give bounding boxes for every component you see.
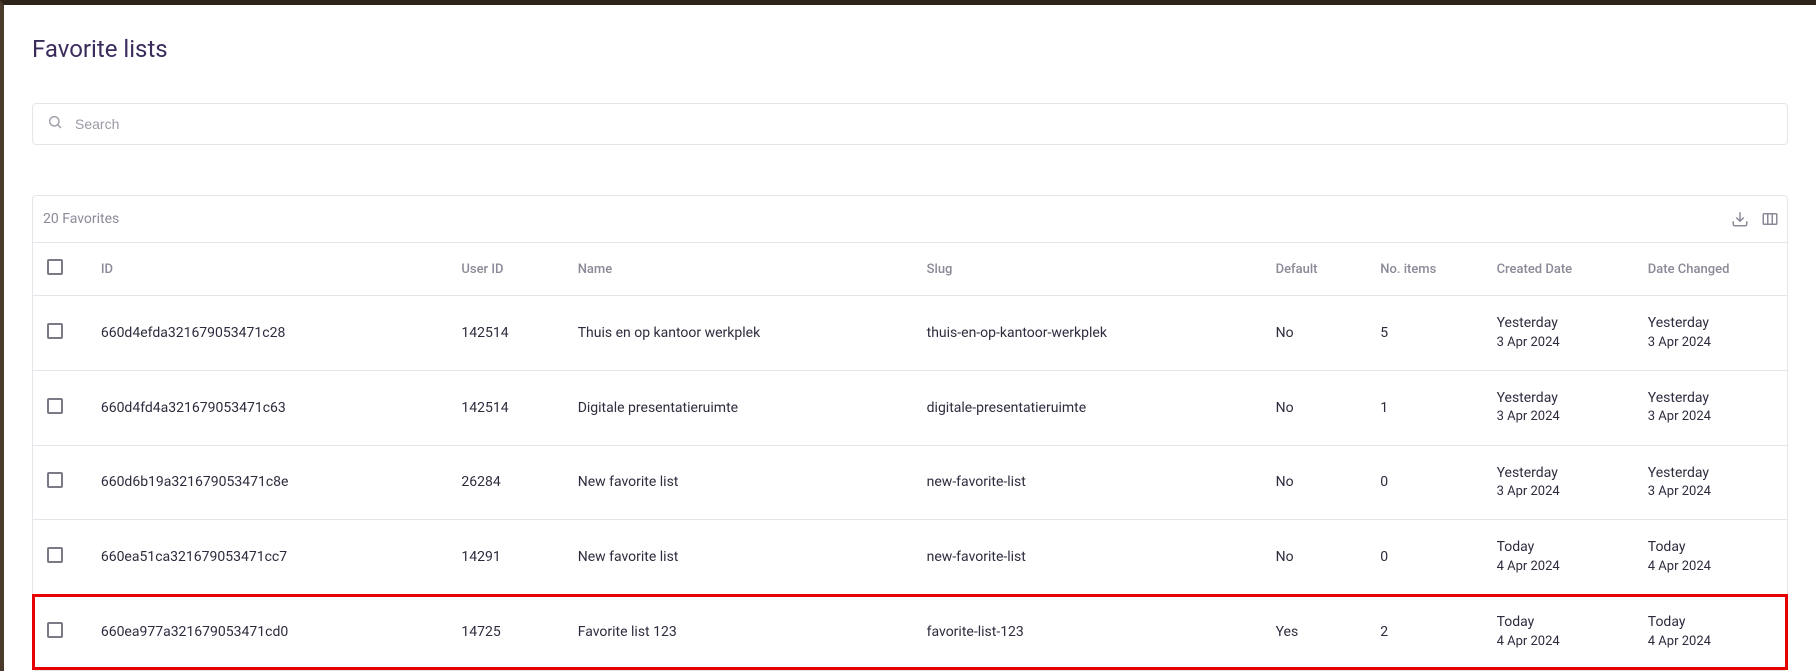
created-relative: Today bbox=[1497, 538, 1624, 558]
favorites-panel: 20 Favorites bbox=[32, 195, 1788, 671]
cell-default: No bbox=[1264, 445, 1369, 520]
table-header-row: ID User ID Name Slug Default No. items C… bbox=[33, 243, 1787, 296]
header-no-items[interactable]: No. items bbox=[1368, 243, 1484, 296]
page-title: Favorite lists bbox=[32, 35, 1788, 63]
cell-name: New favorite list bbox=[566, 520, 915, 595]
header-date-changed[interactable]: Date Changed bbox=[1636, 243, 1787, 296]
header-name[interactable]: Name bbox=[566, 243, 915, 296]
cell-slug: thuis-en-op-kantoor-werkplek bbox=[915, 296, 1264, 371]
search-input[interactable] bbox=[75, 116, 1773, 132]
cell-id: 660d4fd4a321679053471c63 bbox=[89, 370, 450, 445]
header-created-date[interactable]: Created Date bbox=[1485, 243, 1636, 296]
cell-id: 660d4efda321679053471c28 bbox=[89, 296, 450, 371]
cell-default: No bbox=[1264, 296, 1369, 371]
cell-created-date: Today 4 Apr 2024 bbox=[1485, 520, 1636, 595]
cell-created-date: Today 4 Apr 2024 bbox=[1485, 595, 1636, 670]
row-checkbox[interactable] bbox=[47, 398, 63, 414]
row-checkbox[interactable] bbox=[47, 622, 63, 638]
search-field[interactable] bbox=[32, 103, 1788, 145]
header-user-id[interactable]: User ID bbox=[449, 243, 565, 296]
created-relative: Yesterday bbox=[1497, 464, 1624, 484]
table-row[interactable]: 660ea977a321679053471cd0 14725 Favorite … bbox=[33, 595, 1787, 670]
header-id[interactable]: ID bbox=[89, 243, 450, 296]
cell-no-items: 2 bbox=[1368, 595, 1484, 670]
cell-name: Favorite list 123 bbox=[566, 595, 915, 670]
download-icon[interactable] bbox=[1731, 210, 1749, 228]
changed-absolute: 3 Apr 2024 bbox=[1648, 483, 1775, 501]
cell-created-date: Yesterday 3 Apr 2024 bbox=[1485, 445, 1636, 520]
cell-no-items: 1 bbox=[1368, 370, 1484, 445]
cell-user-id: 26284 bbox=[449, 445, 565, 520]
created-relative: Today bbox=[1497, 613, 1624, 633]
page-container: Favorite lists 20 Favorites bbox=[4, 5, 1816, 671]
table-row[interactable]: 660d6b19a321679053471c8e 26284 New favor… bbox=[33, 445, 1787, 520]
cell-date-changed: Yesterday 3 Apr 2024 bbox=[1636, 296, 1787, 371]
changed-absolute: 4 Apr 2024 bbox=[1648, 558, 1775, 576]
cell-date-changed: Today 4 Apr 2024 bbox=[1636, 595, 1787, 670]
table-row[interactable]: 660d4fd4a321679053471c63 142514 Digitale… bbox=[33, 370, 1787, 445]
search-icon bbox=[47, 114, 75, 134]
changed-absolute: 3 Apr 2024 bbox=[1648, 334, 1775, 352]
panel-actions bbox=[1731, 210, 1779, 228]
changed-relative: Today bbox=[1648, 613, 1775, 633]
cell-date-changed: Yesterday 3 Apr 2024 bbox=[1636, 370, 1787, 445]
cell-name: Digitale presentatieruimte bbox=[566, 370, 915, 445]
row-checkbox-cell bbox=[33, 296, 89, 371]
cell-id: 660ea977a321679053471cd0 bbox=[89, 595, 450, 670]
cell-default: No bbox=[1264, 520, 1369, 595]
table-row[interactable]: 660d4efda321679053471c28 142514 Thuis en… bbox=[33, 296, 1787, 371]
cell-id: 660ea51ca321679053471cc7 bbox=[89, 520, 450, 595]
created-relative: Yesterday bbox=[1497, 389, 1624, 409]
favorites-table: ID User ID Name Slug Default No. items C… bbox=[33, 243, 1787, 670]
cell-user-id: 14291 bbox=[449, 520, 565, 595]
changed-relative: Yesterday bbox=[1648, 389, 1775, 409]
header-checkbox-cell bbox=[33, 243, 89, 296]
changed-absolute: 4 Apr 2024 bbox=[1648, 633, 1775, 651]
cell-no-items: 0 bbox=[1368, 520, 1484, 595]
changed-relative: Yesterday bbox=[1648, 464, 1775, 484]
cell-date-changed: Yesterday 3 Apr 2024 bbox=[1636, 445, 1787, 520]
created-absolute: 3 Apr 2024 bbox=[1497, 408, 1624, 426]
row-checkbox[interactable] bbox=[47, 547, 63, 563]
header-default[interactable]: Default bbox=[1264, 243, 1369, 296]
created-absolute: 4 Apr 2024 bbox=[1497, 558, 1624, 576]
cell-slug: favorite-list-123 bbox=[915, 595, 1264, 670]
cell-created-date: Yesterday 3 Apr 2024 bbox=[1485, 296, 1636, 371]
created-absolute: 3 Apr 2024 bbox=[1497, 334, 1624, 352]
changed-relative: Yesterday bbox=[1648, 314, 1775, 334]
cell-default: No bbox=[1264, 370, 1369, 445]
cell-no-items: 0 bbox=[1368, 445, 1484, 520]
row-checkbox-cell bbox=[33, 520, 89, 595]
cell-date-changed: Today 4 Apr 2024 bbox=[1636, 520, 1787, 595]
created-absolute: 4 Apr 2024 bbox=[1497, 633, 1624, 651]
cell-slug: new-favorite-list bbox=[915, 445, 1264, 520]
changed-absolute: 3 Apr 2024 bbox=[1648, 408, 1775, 426]
row-checkbox[interactable] bbox=[47, 323, 63, 339]
cell-created-date: Yesterday 3 Apr 2024 bbox=[1485, 370, 1636, 445]
row-checkbox-cell bbox=[33, 595, 89, 670]
created-relative: Yesterday bbox=[1497, 314, 1624, 334]
cell-name: New favorite list bbox=[566, 445, 915, 520]
cell-slug: digitale-presentatieruimte bbox=[915, 370, 1264, 445]
select-all-checkbox[interactable] bbox=[47, 259, 63, 275]
header-slug[interactable]: Slug bbox=[915, 243, 1264, 296]
cell-no-items: 5 bbox=[1368, 296, 1484, 371]
table-row[interactable]: 660ea51ca321679053471cc7 14291 New favor… bbox=[33, 520, 1787, 595]
cell-slug: new-favorite-list bbox=[915, 520, 1264, 595]
panel-header: 20 Favorites bbox=[33, 196, 1787, 243]
created-absolute: 3 Apr 2024 bbox=[1497, 483, 1624, 501]
cell-user-id: 142514 bbox=[449, 296, 565, 371]
changed-relative: Today bbox=[1648, 538, 1775, 558]
cell-user-id: 142514 bbox=[449, 370, 565, 445]
columns-icon[interactable] bbox=[1761, 210, 1779, 228]
row-checkbox-cell bbox=[33, 445, 89, 520]
row-checkbox[interactable] bbox=[47, 472, 63, 488]
favorites-count: 20 Favorites bbox=[43, 211, 119, 227]
cell-default: Yes bbox=[1264, 595, 1369, 670]
cell-id: 660d6b19a321679053471c8e bbox=[89, 445, 450, 520]
row-checkbox-cell bbox=[33, 370, 89, 445]
cell-name: Thuis en op kantoor werkplek bbox=[566, 296, 915, 371]
cell-user-id: 14725 bbox=[449, 595, 565, 670]
